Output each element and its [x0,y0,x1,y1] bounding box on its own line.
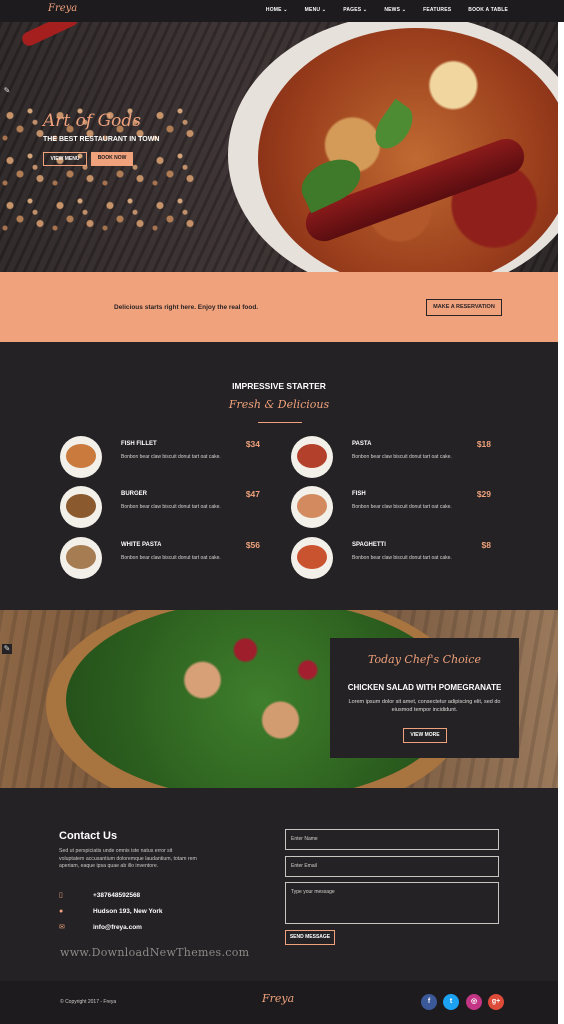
dish-food [297,494,327,518]
dish-food [297,444,327,468]
phone-icon: ▯ [59,892,63,899]
page-edge [558,0,564,1024]
twitter-icon[interactable]: t [443,994,459,1010]
dish-price: $8 [481,540,491,550]
chef-dish-description: Lorem ipsum dolor sit amet, consectetur … [348,699,501,713]
nav-item-book-a-table[interactable]: BOOK A TABLE [468,7,508,13]
dish-food [297,545,327,569]
nav-item-home[interactable]: HOME ⌄ [266,7,288,13]
dish-image [60,486,102,528]
dish-image [291,537,333,579]
chef-script-title: Today Chef's Choice [368,653,481,666]
menu-item[interactable]: PASTA $18 Bonbon bear claw biscuit donut… [291,436,491,480]
logo[interactable]: Freya [48,3,77,14]
dish-image [60,537,102,579]
settings-wrench-icon[interactable]: ✎ [2,86,12,96]
reservation-banner: Delicious starts right here. Enjoy the r… [0,272,558,342]
menu-item[interactable]: BURGER $47 Bonbon bear claw biscuit donu… [60,486,260,530]
top-navbar: Freya HOME ⌄ MENU ⌄ PAGES ⌄ NEWS ⌄ FEATU… [0,0,564,22]
menu-item[interactable]: FISH $29 Bonbon bear claw biscuit donut … [291,486,491,530]
name-input[interactable]: Enter Name [285,829,499,850]
dish-food [66,545,96,569]
main-menu: HOME ⌄ MENU ⌄ PAGES ⌄ NEWS ⌄ FEATURES BO… [266,7,508,13]
address: Hudson 193, New York [93,908,163,915]
email-address[interactable]: info@freya.com [93,924,142,931]
dish-image [291,486,333,528]
dish-description: Bonbon bear claw biscuit donut tart oat … [352,504,452,510]
contact-description: Sed ut perspiciatis unde omnis iste natu… [59,848,197,869]
book-now-button[interactable]: BOOK NOW [91,152,133,166]
chef-choice-card: Today Chef's Choice CHICKEN SALAD WITH P… [330,638,519,758]
dish-price: $29 [476,489,491,499]
make-reservation-button[interactable]: MAKE A RESERVATION [426,299,502,316]
starter-title: IMPRESSIVE STARTER [232,381,326,391]
watermark-text: www.DownloadNewThemes.com [60,946,250,959]
chef-dish-title: CHICKEN SALAD WITH POMEGRANATE [347,683,502,692]
send-message-button[interactable]: SEND MESSAGE [285,930,335,945]
email-input[interactable]: Enter Email [285,856,499,877]
dish-price: $34 [245,439,260,449]
view-more-button[interactable]: VIEW MORE [403,728,447,743]
menu-item[interactable]: SPAGHETTI $8 Bonbon bear claw biscuit do… [291,537,491,581]
dish-food [66,444,96,468]
nav-item-menu[interactable]: MENU ⌄ [305,7,327,13]
dish-name: WHITE PASTA [121,542,162,548]
dish-description: Bonbon bear claw biscuit donut tart oat … [352,454,452,460]
contact-section: Contact Us Sed ut perspiciatis unde omni… [0,788,558,981]
dish-description: Bonbon bear claw biscuit donut tart oat … [121,555,221,561]
dish-image [60,436,102,478]
facebook-icon[interactable]: f [421,994,437,1010]
dish-price: $47 [245,489,260,499]
hero-subtitle: THE BEST RESTAURANT IN TOWN [43,136,160,143]
menu-item[interactable]: WHITE PASTA $56 Bonbon bear claw biscuit… [60,537,260,581]
dish-description: Bonbon bear claw biscuit donut tart oat … [121,454,221,460]
nav-item-pages[interactable]: PAGES ⌄ [343,7,367,13]
footer-logo[interactable]: Freya [262,992,294,1005]
envelope-icon: ✉ [59,924,65,931]
message-textarea[interactable]: Type your message [285,882,499,924]
dish-name: BURGER [121,491,148,497]
dish-name: FISH FILLET [121,441,157,447]
page: Freya HOME ⌄ MENU ⌄ PAGES ⌄ NEWS ⌄ FEATU… [0,0,564,1024]
dish-food [66,494,96,518]
menu-item[interactable]: FISH FILLET $34 Bonbon bear claw biscuit… [60,436,260,480]
footer: © Copyright 2017 - Freya Freya f t ◎ g+ [0,981,558,1024]
dish-name: PASTA [352,441,372,447]
starter-script-title: Fresh & Delicious [228,398,330,411]
contact-title: Contact Us [59,830,118,842]
location-pin-icon: ● [59,908,64,915]
nav-item-features[interactable]: FEATURES [423,7,451,13]
hero-title: Art of Gods [43,111,141,131]
settings-wrench-icon[interactable]: ✎ [2,644,12,654]
dish-description: Bonbon bear claw biscuit donut tart oat … [121,504,221,510]
dish-image [291,436,333,478]
phone-number[interactable]: +387648592568 [93,892,140,899]
nav-item-news[interactable]: NEWS ⌄ [384,7,406,13]
dish-price: $18 [476,439,491,449]
copyright-text: © Copyright 2017 - Freya [60,999,117,1005]
divider [258,422,302,423]
dish-price: $56 [245,540,260,550]
hero-section: ✎ Art of Gods THE BEST RESTAURANT IN TOW… [0,22,564,272]
chef-choice-section: ✎ Today Chef's Choice CHICKEN SALAD WITH… [0,610,564,788]
google-plus-icon[interactable]: g+ [488,994,504,1010]
banner-text: Delicious starts right here. Enjoy the r… [114,304,259,311]
dish-description: Bonbon bear claw biscuit donut tart oat … [352,555,452,561]
view-menu-button[interactable]: VIEW MENU [43,152,87,166]
dish-name: FISH [352,491,366,497]
dish-name: SPAGHETTI [352,542,386,548]
instagram-icon[interactable]: ◎ [466,994,482,1010]
